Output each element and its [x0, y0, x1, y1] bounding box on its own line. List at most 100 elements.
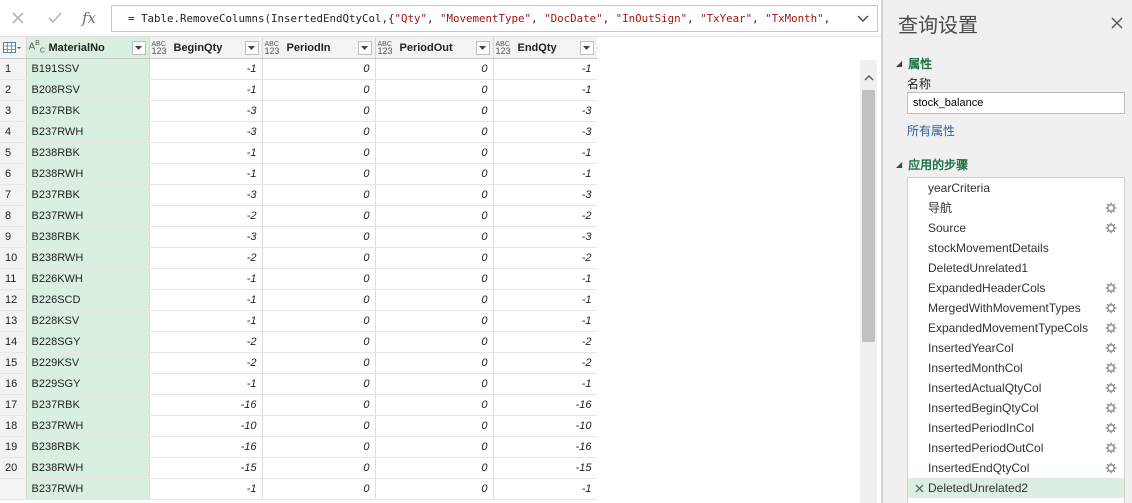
- value-cell[interactable]: -10: [493, 415, 597, 437]
- row-number[interactable]: 1: [0, 58, 27, 80]
- applied-step[interactable]: ExpandedHeaderCols: [908, 278, 1124, 298]
- step-settings-button[interactable]: [1104, 461, 1118, 475]
- value-cell[interactable]: 0: [262, 478, 376, 500]
- table-row[interactable]: 8 B237RWH -2 0 0 -2: [0, 205, 597, 227]
- value-cell[interactable]: -3: [149, 226, 263, 248]
- any-type-icon[interactable]: ABC 123: [265, 41, 285, 56]
- properties-section-header[interactable]: ◢ 属性: [896, 55, 932, 72]
- value-cell[interactable]: 0: [375, 184, 494, 206]
- material-cell[interactable]: B228KSV: [26, 310, 150, 332]
- material-cell[interactable]: B238RWH: [26, 457, 150, 479]
- value-cell[interactable]: 0: [375, 247, 494, 269]
- material-cell[interactable]: B238RWH: [26, 163, 150, 185]
- value-cell[interactable]: 0: [375, 163, 494, 185]
- table-row[interactable]: 7 B237RBK -3 0 0 -3: [0, 184, 597, 206]
- material-cell[interactable]: B238RWH: [26, 247, 150, 269]
- applied-step[interactable]: DeletedUnrelated1: [908, 258, 1124, 278]
- value-cell[interactable]: -1: [493, 79, 597, 101]
- row-number[interactable]: [0, 478, 27, 500]
- material-cell[interactable]: B237RBK: [26, 100, 150, 122]
- value-cell[interactable]: 0: [262, 310, 376, 332]
- value-cell[interactable]: -16: [149, 436, 263, 458]
- applied-step[interactable]: Source: [908, 218, 1124, 238]
- value-cell[interactable]: 0: [262, 247, 376, 269]
- value-cell[interactable]: 0: [375, 436, 494, 458]
- value-cell[interactable]: -1: [493, 163, 597, 185]
- applied-step[interactable]: InsertedEndQtyCol: [908, 458, 1124, 478]
- value-cell[interactable]: -3: [493, 100, 597, 122]
- value-cell[interactable]: -1: [149, 79, 263, 101]
- row-number[interactable]: 3: [0, 100, 27, 122]
- value-cell[interactable]: -15: [149, 457, 263, 479]
- value-cell[interactable]: -3: [149, 100, 263, 122]
- row-number[interactable]: 9: [0, 226, 27, 248]
- row-number[interactable]: 17: [0, 394, 27, 416]
- step-settings-button[interactable]: [1104, 321, 1118, 335]
- material-cell[interactable]: B229KSV: [26, 352, 150, 374]
- row-number[interactable]: 15: [0, 352, 27, 374]
- row-number[interactable]: 8: [0, 205, 27, 227]
- row-number[interactable]: 7: [0, 184, 27, 206]
- material-cell[interactable]: B229SGY: [26, 373, 150, 395]
- value-cell[interactable]: -2: [493, 352, 597, 374]
- value-cell[interactable]: 0: [262, 352, 376, 374]
- value-cell[interactable]: -1: [149, 310, 263, 332]
- value-cell[interactable]: -1: [493, 58, 597, 80]
- value-cell[interactable]: -3: [149, 121, 263, 143]
- value-cell[interactable]: -1: [493, 478, 597, 500]
- column-filter-button[interactable]: [475, 40, 490, 55]
- value-cell[interactable]: -3: [493, 121, 597, 143]
- row-number[interactable]: 10: [0, 247, 27, 269]
- table-row[interactable]: 18 B237RWH -10 0 0 -10: [0, 415, 597, 437]
- table-row[interactable]: 3 B237RBK -3 0 0 -3: [0, 100, 597, 122]
- value-cell[interactable]: -2: [149, 352, 263, 374]
- applied-step[interactable]: stockMovementDetails: [908, 238, 1124, 258]
- material-cell[interactable]: B226KWH: [26, 268, 150, 290]
- table-row[interactable]: 10 B238RWH -2 0 0 -2: [0, 247, 597, 269]
- applied-step[interactable]: InsertedPeriodOutCol: [908, 438, 1124, 458]
- table-row[interactable]: B237RWH -1 0 0 -1: [0, 478, 597, 500]
- value-cell[interactable]: -1: [493, 289, 597, 311]
- scrollbar-thumb[interactable]: [862, 90, 875, 342]
- value-cell[interactable]: -16: [493, 436, 597, 458]
- column-header-endqty[interactable]: ABC 123 EndQty: [493, 37, 597, 59]
- value-cell[interactable]: 0: [375, 289, 494, 311]
- value-cell[interactable]: 0: [375, 100, 494, 122]
- value-cell[interactable]: 0: [262, 205, 376, 227]
- applied-steps-section-header[interactable]: ◢ 应用的步骤: [896, 156, 968, 173]
- column-filter-button[interactable]: [579, 40, 594, 55]
- value-cell[interactable]: 0: [375, 331, 494, 353]
- material-cell[interactable]: B237RWH: [26, 478, 150, 500]
- value-cell[interactable]: 0: [375, 142, 494, 164]
- value-cell[interactable]: 0: [262, 79, 376, 101]
- cancel-formula-button[interactable]: [6, 7, 30, 29]
- formula-input[interactable]: = Table.RemoveColumns(InsertedEndQtyCol,…: [111, 5, 878, 32]
- row-number[interactable]: 12: [0, 289, 27, 311]
- value-cell[interactable]: -16: [493, 394, 597, 416]
- applied-step[interactable]: ExpandedMovementTypeCols: [908, 318, 1124, 338]
- value-cell[interactable]: 0: [375, 478, 494, 500]
- value-cell[interactable]: 0: [262, 184, 376, 206]
- value-cell[interactable]: -1: [149, 373, 263, 395]
- value-cell[interactable]: 0: [375, 58, 494, 80]
- confirm-formula-button[interactable]: [43, 7, 67, 29]
- row-number[interactable]: 13: [0, 310, 27, 332]
- material-cell[interactable]: B237RBK: [26, 184, 150, 206]
- material-cell[interactable]: B237RWH: [26, 205, 150, 227]
- value-cell[interactable]: 0: [262, 289, 376, 311]
- table-row[interactable]: 9 B238RBK -3 0 0 -3: [0, 226, 597, 248]
- any-type-icon[interactable]: ABC 123: [152, 41, 172, 56]
- table-row[interactable]: 17 B237RBK -16 0 0 -16: [0, 394, 597, 416]
- row-number[interactable]: 18: [0, 415, 27, 437]
- column-header-beginqty[interactable]: ABC 123 BeginQty: [149, 37, 263, 59]
- material-cell[interactable]: B228SGY: [26, 331, 150, 353]
- all-properties-link[interactable]: 所有属性: [907, 122, 955, 139]
- column-filter-button[interactable]: [244, 40, 259, 55]
- value-cell[interactable]: 0: [262, 142, 376, 164]
- applied-step[interactable]: InsertedBeginQtyCol: [908, 398, 1124, 418]
- table-row[interactable]: 12 B226SCD -1 0 0 -1: [0, 289, 597, 311]
- applied-step[interactable]: InsertedYearCol: [908, 338, 1124, 358]
- material-cell[interactable]: B237RWH: [26, 415, 150, 437]
- row-number[interactable]: 19: [0, 436, 27, 458]
- table-corner-button[interactable]: [0, 37, 27, 59]
